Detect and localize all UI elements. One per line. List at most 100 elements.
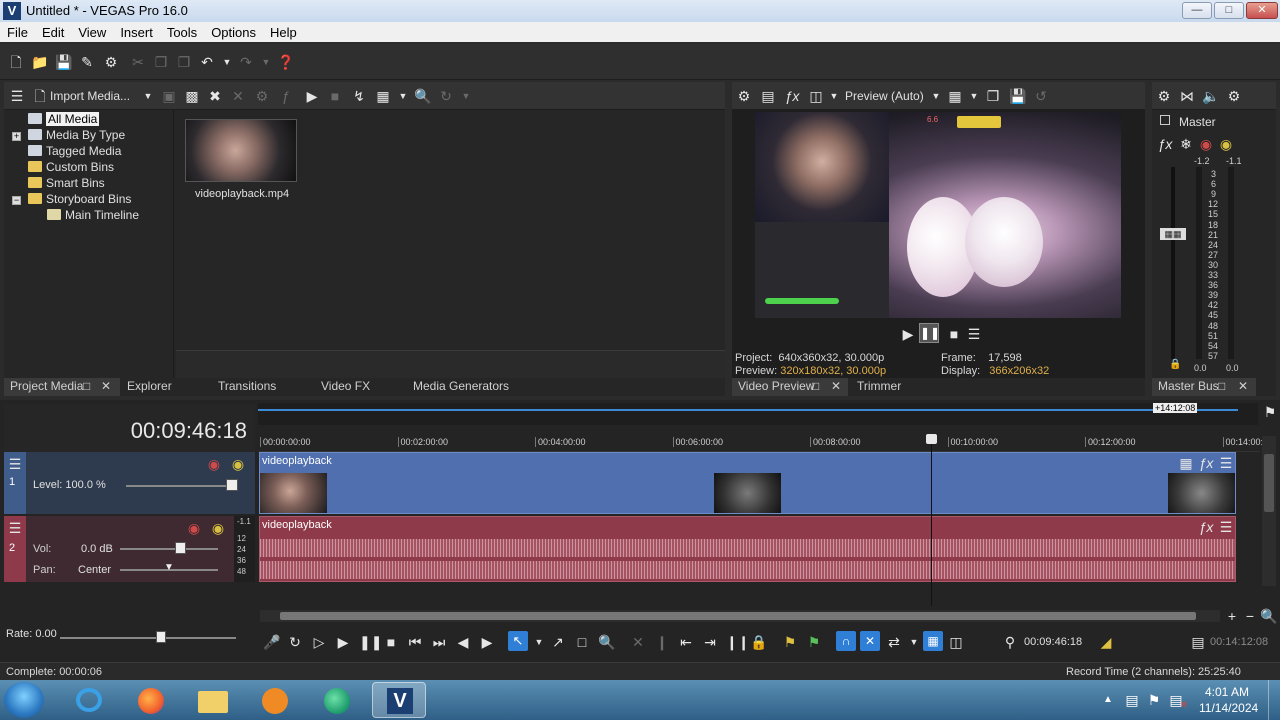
play-from-start-icon[interactable]: ▷ [311, 634, 327, 650]
redo-icon[interactable]: ↷ [238, 54, 254, 70]
track-mute-icon[interactable]: ◉ [206, 456, 222, 472]
preview-device-icon[interactable]: ▤ [760, 88, 776, 104]
tree-item-storyboard-bins[interactable]: Storyboard Bins [28, 192, 131, 206]
timeline-marker-flag-icon[interactable]: ⚑ [1262, 404, 1278, 420]
tab-media-generators[interactable]: Media Generators [407, 378, 509, 396]
timeline-horizontal-scrollbar[interactable] [260, 610, 1220, 622]
views-dropdown-chevron-icon[interactable]: ▼ [395, 88, 411, 104]
track-solo-icon[interactable]: ◉ [230, 456, 246, 472]
paste-icon[interactable]: ❐ [176, 54, 192, 70]
media-player-icon[interactable] [248, 682, 302, 718]
menu-insert[interactable]: Insert [113, 22, 160, 40]
maximize-button[interactable]: □ [1214, 2, 1244, 19]
menu-edit[interactable]: Edit [35, 22, 71, 40]
lock-envelopes-button[interactable]: ▦ [923, 631, 943, 651]
new-project-icon[interactable]: 🗋 [8, 54, 24, 70]
audio-event[interactable]: videoplayback ƒx ☰ [259, 516, 1236, 582]
loop-region-bar[interactable]: +14:12:08 [258, 403, 1258, 425]
horizontal-scroll-thumb[interactable] [280, 612, 1196, 620]
normal-edit-tool-button[interactable]: ↖ [508, 631, 528, 651]
playhead-marker[interactable] [926, 434, 937, 444]
delete-media-icon[interactable]: ✕ [230, 88, 246, 104]
master-mute-icon[interactable]: ◉ [1198, 136, 1214, 152]
split-screen-icon[interactable]: ◫ [808, 88, 824, 104]
tree-item-media-by-type[interactable]: Media By Type [28, 128, 125, 142]
snapping-button[interactable]: ∩ [836, 631, 856, 651]
video-level-slider[interactable] [126, 485, 236, 487]
tree-item-custom-bins[interactable]: Custom Bins [28, 160, 114, 174]
tab-master-bus[interactable]: Master Bus □ ✕ [1152, 378, 1256, 396]
video-track-header[interactable]: ☰ 1 ◉ ◉ Level: 100.0 % [4, 452, 255, 514]
vertical-scroll-thumb[interactable] [1264, 454, 1274, 512]
master-fx-icon[interactable]: ƒx [1157, 136, 1173, 152]
master-fader-handle[interactable]: ▦▦ [1160, 228, 1186, 240]
media-fx-icon[interactable]: ƒ [278, 88, 294, 104]
play-media-icon[interactable]: ▶ [304, 88, 320, 104]
zoom-tool-icon[interactable]: 🔍 [1260, 608, 1277, 624]
track-mute-icon[interactable]: ◉ [186, 520, 202, 536]
start-button[interactable] [4, 682, 44, 718]
master-checkbox[interactable] [1160, 115, 1170, 125]
remove-unused-media-icon[interactable]: ✖ [207, 88, 223, 104]
undock-icon[interactable]: □ [812, 378, 819, 395]
video-output-fx-icon[interactable]: ƒx [784, 88, 800, 104]
search-media-icon[interactable]: 🔍 [414, 88, 431, 104]
trim-icon[interactable]: ❙ [654, 634, 670, 650]
refresh-dropdown-chevron-icon[interactable]: ▼ [458, 88, 474, 104]
zoom-in-icon[interactable]: + [1224, 608, 1240, 624]
preview-quality-chevron-icon[interactable]: ▼ [928, 88, 944, 104]
tab-transitions[interactable]: Transitions [212, 378, 276, 396]
tab-video-preview[interactable]: Video Preview □ ✕ [732, 378, 848, 396]
zoom-edit-tool-icon[interactable]: 🔍 [598, 634, 615, 650]
preview-pause-button[interactable]: ❚❚ [919, 323, 940, 343]
auto-crossfade-button[interactable]: ✕ [860, 631, 880, 651]
redo-history-chevron-icon[interactable]: ▼ [258, 54, 274, 70]
loop-preview-icon[interactable]: ↺ [1033, 88, 1049, 104]
pan-slider-handle[interactable]: ▼ [164, 562, 174, 573]
collapse-storyboard-bins-icon[interactable]: − [12, 196, 21, 205]
overlays-chevron-icon[interactable]: ▼ [966, 88, 982, 104]
firefox-icon[interactable] [124, 682, 178, 718]
preview-stop-icon[interactable]: ■ [946, 326, 962, 342]
show-desktop-button[interactable] [1268, 680, 1280, 720]
menu-options[interactable]: Options [204, 22, 263, 40]
playhead-cursor[interactable] [931, 436, 932, 606]
ripple-chevron-icon[interactable]: ▼ [906, 634, 922, 650]
rate-slider-handle[interactable] [156, 631, 166, 643]
preview-quality-select[interactable]: Preview (Auto) [845, 89, 924, 103]
vol-slider[interactable] [120, 548, 218, 550]
preview-menu-icon[interactable]: ☰ [966, 326, 982, 342]
trim-end-icon[interactable]: ⇥ [702, 634, 718, 650]
pause-icon[interactable]: ❚❚ [359, 634, 382, 650]
downmix-icon[interactable]: ⋈ [1179, 88, 1195, 104]
record-icon[interactable]: 🎤 [263, 634, 280, 650]
video-event[interactable]: videoplayback ▦ ƒx ☰ [259, 452, 1236, 514]
go-to-end-icon[interactable]: ⏭ [431, 634, 447, 650]
menu-file[interactable]: File [0, 22, 35, 40]
trim-start-icon[interactable]: ⇤ [678, 634, 694, 650]
insert-marker-icon[interactable]: ⚑ [782, 634, 798, 650]
event-menu-icon[interactable]: ☰ [1218, 455, 1234, 471]
video-level-slider-handle[interactable] [226, 479, 238, 491]
dim-output-speaker-icon[interactable]: 🔈 [1202, 88, 1219, 104]
tree-item-all-media[interactable]: All Media [28, 112, 100, 126]
event-fx-icon[interactable]: ƒx [1198, 519, 1214, 535]
close-tab-icon[interactable]: ✕ [101, 378, 111, 395]
delete-icon[interactable]: ✕ [630, 634, 646, 650]
show-hidden-icons-icon[interactable]: ▲ [1100, 692, 1116, 708]
mixer-settings-gear-icon[interactable]: ⚙ [1156, 88, 1172, 104]
stop-media-icon[interactable]: ■ [327, 88, 343, 104]
views-icon[interactable]: ▦ [375, 88, 391, 104]
render-as-icon[interactable]: ✎ [79, 54, 95, 70]
expand-media-by-type-icon[interactable]: + [12, 132, 21, 141]
save-icon[interactable]: 💾 [55, 54, 72, 70]
master-fx-chain-icon[interactable]: ❄ [1178, 136, 1194, 152]
whats-this-help-icon[interactable]: ❓ [277, 54, 294, 70]
capture-video-icon[interactable]: ▣ [161, 88, 177, 104]
go-to-start-icon[interactable]: ⏮ [407, 634, 423, 650]
overlays-grid-icon[interactable]: ▦ [947, 88, 963, 104]
rate-slider[interactable] [60, 637, 236, 639]
vol-slider-handle[interactable] [175, 542, 186, 554]
selection-tool-icon[interactable]: □ [574, 634, 590, 650]
copy-icon[interactable]: ❐ [153, 54, 169, 70]
